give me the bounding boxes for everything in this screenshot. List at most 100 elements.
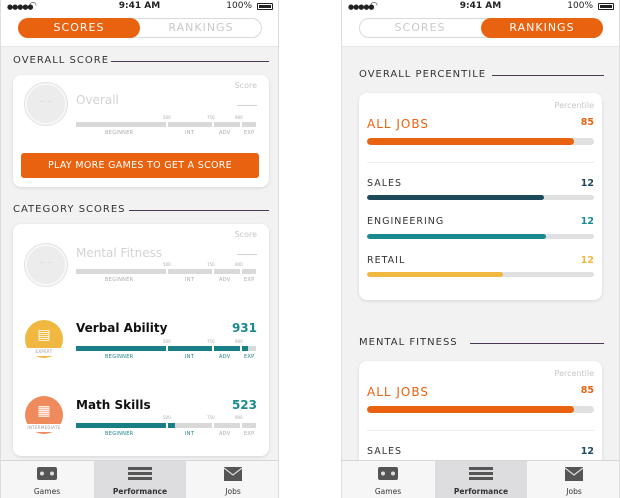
category-scores-title: CATEGORY SCORES	[13, 204, 126, 215]
percentile-label: RETAIL	[367, 255, 406, 266]
tab-games[interactable]: Games	[1, 461, 93, 498]
percentile-fill	[367, 195, 545, 200]
tab-bar: Games Performance Jobs	[1, 460, 278, 498]
mental-fitness-percentile-card: Percentile ALL JOBS 85 SALES 12	[359, 361, 602, 471]
math-skills-level-bar	[76, 423, 256, 428]
overall-level-bar	[76, 122, 256, 127]
section-rule	[129, 210, 269, 211]
level-int: INT	[185, 130, 195, 136]
tab-jobs[interactable]: Jobs	[187, 461, 278, 498]
battery-icon	[257, 3, 273, 10]
percentile-fill	[367, 234, 547, 239]
mental-fitness-title: MENTAL FITNESS	[359, 337, 458, 348]
verbal-ability-level-bar	[76, 346, 256, 351]
level-adv: ADV	[219, 277, 231, 283]
overall-percentile-title: OVERALL PERCENTILE	[359, 69, 487, 80]
percentile-value: 12	[580, 446, 594, 457]
score-header: Score	[234, 81, 257, 90]
percentile-value: 85	[580, 385, 594, 396]
percentile-label: SALES	[367, 178, 403, 189]
tab-rankings[interactable]: RANKINGS	[140, 18, 262, 38]
tick-900: 900	[235, 115, 243, 120]
percentile-fill	[367, 272, 504, 277]
battery-percent: 100%	[567, 1, 593, 11]
score-placeholder	[237, 105, 257, 106]
percentile-label: ALL JOBS	[367, 117, 430, 131]
percentile-fill	[367, 406, 574, 413]
tab-rankings[interactable]: RANKINGS	[481, 18, 603, 38]
level-int: INT	[185, 277, 195, 283]
segmented-control: SCORES RANKINGS	[18, 18, 262, 38]
bars-icon	[469, 467, 493, 480]
tick-750: 750	[207, 115, 215, 120]
divider	[367, 162, 594, 163]
overall-badge-placeholder	[25, 83, 67, 125]
calculator-icon: ▦ INTERMEDIATE	[23, 396, 65, 434]
battery-icon	[598, 3, 614, 10]
percentile-value: 12	[580, 255, 594, 266]
overall-score-title: OVERALL SCORE	[13, 55, 110, 66]
level-exp: EXP	[244, 277, 255, 283]
tab-performance[interactable]: Performance	[94, 461, 186, 498]
scores-screen: ●●●●● ◠ 9:41 AM 100% SCORES RANKINGS OVE…	[0, 0, 279, 498]
tab-label: Jobs	[566, 487, 582, 496]
tab-label: Jobs	[225, 487, 241, 496]
section-rule	[470, 343, 604, 344]
mental-fitness-badge-placeholder	[25, 244, 67, 286]
tab-bar: Games Performance Jobs	[342, 460, 619, 498]
badge-label: INTERMEDIATE	[23, 424, 65, 432]
category-score: 523	[231, 398, 257, 412]
category-name: Mental Fitness	[76, 246, 163, 260]
percentile-bar	[367, 138, 594, 145]
percentile-fill	[367, 138, 574, 145]
percentile-label: ALL JOBS	[367, 385, 430, 399]
section-rule	[111, 61, 269, 62]
tab-scores[interactable]: SCORES	[18, 18, 140, 38]
percentile-bar	[367, 234, 594, 239]
level-adv: ADV	[219, 130, 231, 136]
percentile-label: SALES	[367, 446, 403, 457]
gamepad-icon	[37, 467, 57, 480]
category-scores-card: Score Mental Fitness 500 750 900 BEGINNE…	[13, 224, 269, 456]
segmented-control-bar: SCORES RANKINGS	[342, 14, 619, 47]
tab-label: Performance	[453, 487, 509, 496]
envelope-icon	[223, 467, 243, 481]
score-placeholder	[237, 254, 257, 255]
overall-percentile-card: Percentile ALL JOBS 85 SALES 12 ENGINEER…	[359, 93, 602, 300]
badge-label: EXPERT	[23, 348, 65, 356]
tab-jobs[interactable]: Jobs	[528, 461, 619, 498]
divider	[367, 430, 594, 431]
percentile-value: 85	[580, 117, 594, 128]
segmented-control-bar: SCORES RANKINGS	[1, 14, 278, 47]
gamepad-icon	[378, 467, 398, 480]
status-bar: ●●●●● ◠ 9:41 AM 100%	[342, 0, 619, 14]
bars-icon	[128, 467, 152, 480]
percentile-bar	[367, 406, 594, 413]
percentile-bar	[367, 272, 594, 277]
tab-label: Games	[374, 487, 402, 496]
tab-label: Performance	[112, 487, 168, 496]
tab-games[interactable]: Games	[342, 461, 434, 498]
envelope-icon	[564, 467, 584, 481]
section-rule	[492, 75, 604, 76]
mental-fitness-level-bar	[76, 269, 256, 274]
percentile-header: Percentile	[554, 369, 594, 378]
level-exp: EXP	[244, 130, 255, 136]
battery-percent: 100%	[226, 1, 252, 11]
category-name: Math Skills	[76, 398, 151, 412]
percentile-bar	[367, 195, 594, 200]
percentile-value: 12	[580, 178, 594, 189]
speech-bubble-icon: ▤ EXPERT	[23, 320, 65, 358]
category-name: Verbal Ability	[76, 321, 168, 335]
status-bar: ●●●●● ◠ 9:41 AM 100%	[1, 0, 278, 14]
rankings-screen: ●●●●● ◠ 9:41 AM 100% SCORES RANKINGS OVE…	[341, 0, 620, 498]
tab-scores[interactable]: SCORES	[359, 18, 481, 38]
level-beginner: BEGINNER	[105, 130, 134, 136]
play-more-games-button[interactable]: PLAY MORE GAMES TO GET A SCORE	[21, 153, 259, 178]
tab-performance[interactable]: Performance	[435, 461, 527, 498]
tab-label: Games	[33, 487, 61, 496]
percentile-value: 12	[580, 216, 594, 227]
overall-name: Overall	[76, 93, 119, 107]
overall-score-card: Score Overall 500 750 900 BEGINNER INT A…	[13, 75, 269, 187]
category-score: 931	[231, 321, 257, 335]
